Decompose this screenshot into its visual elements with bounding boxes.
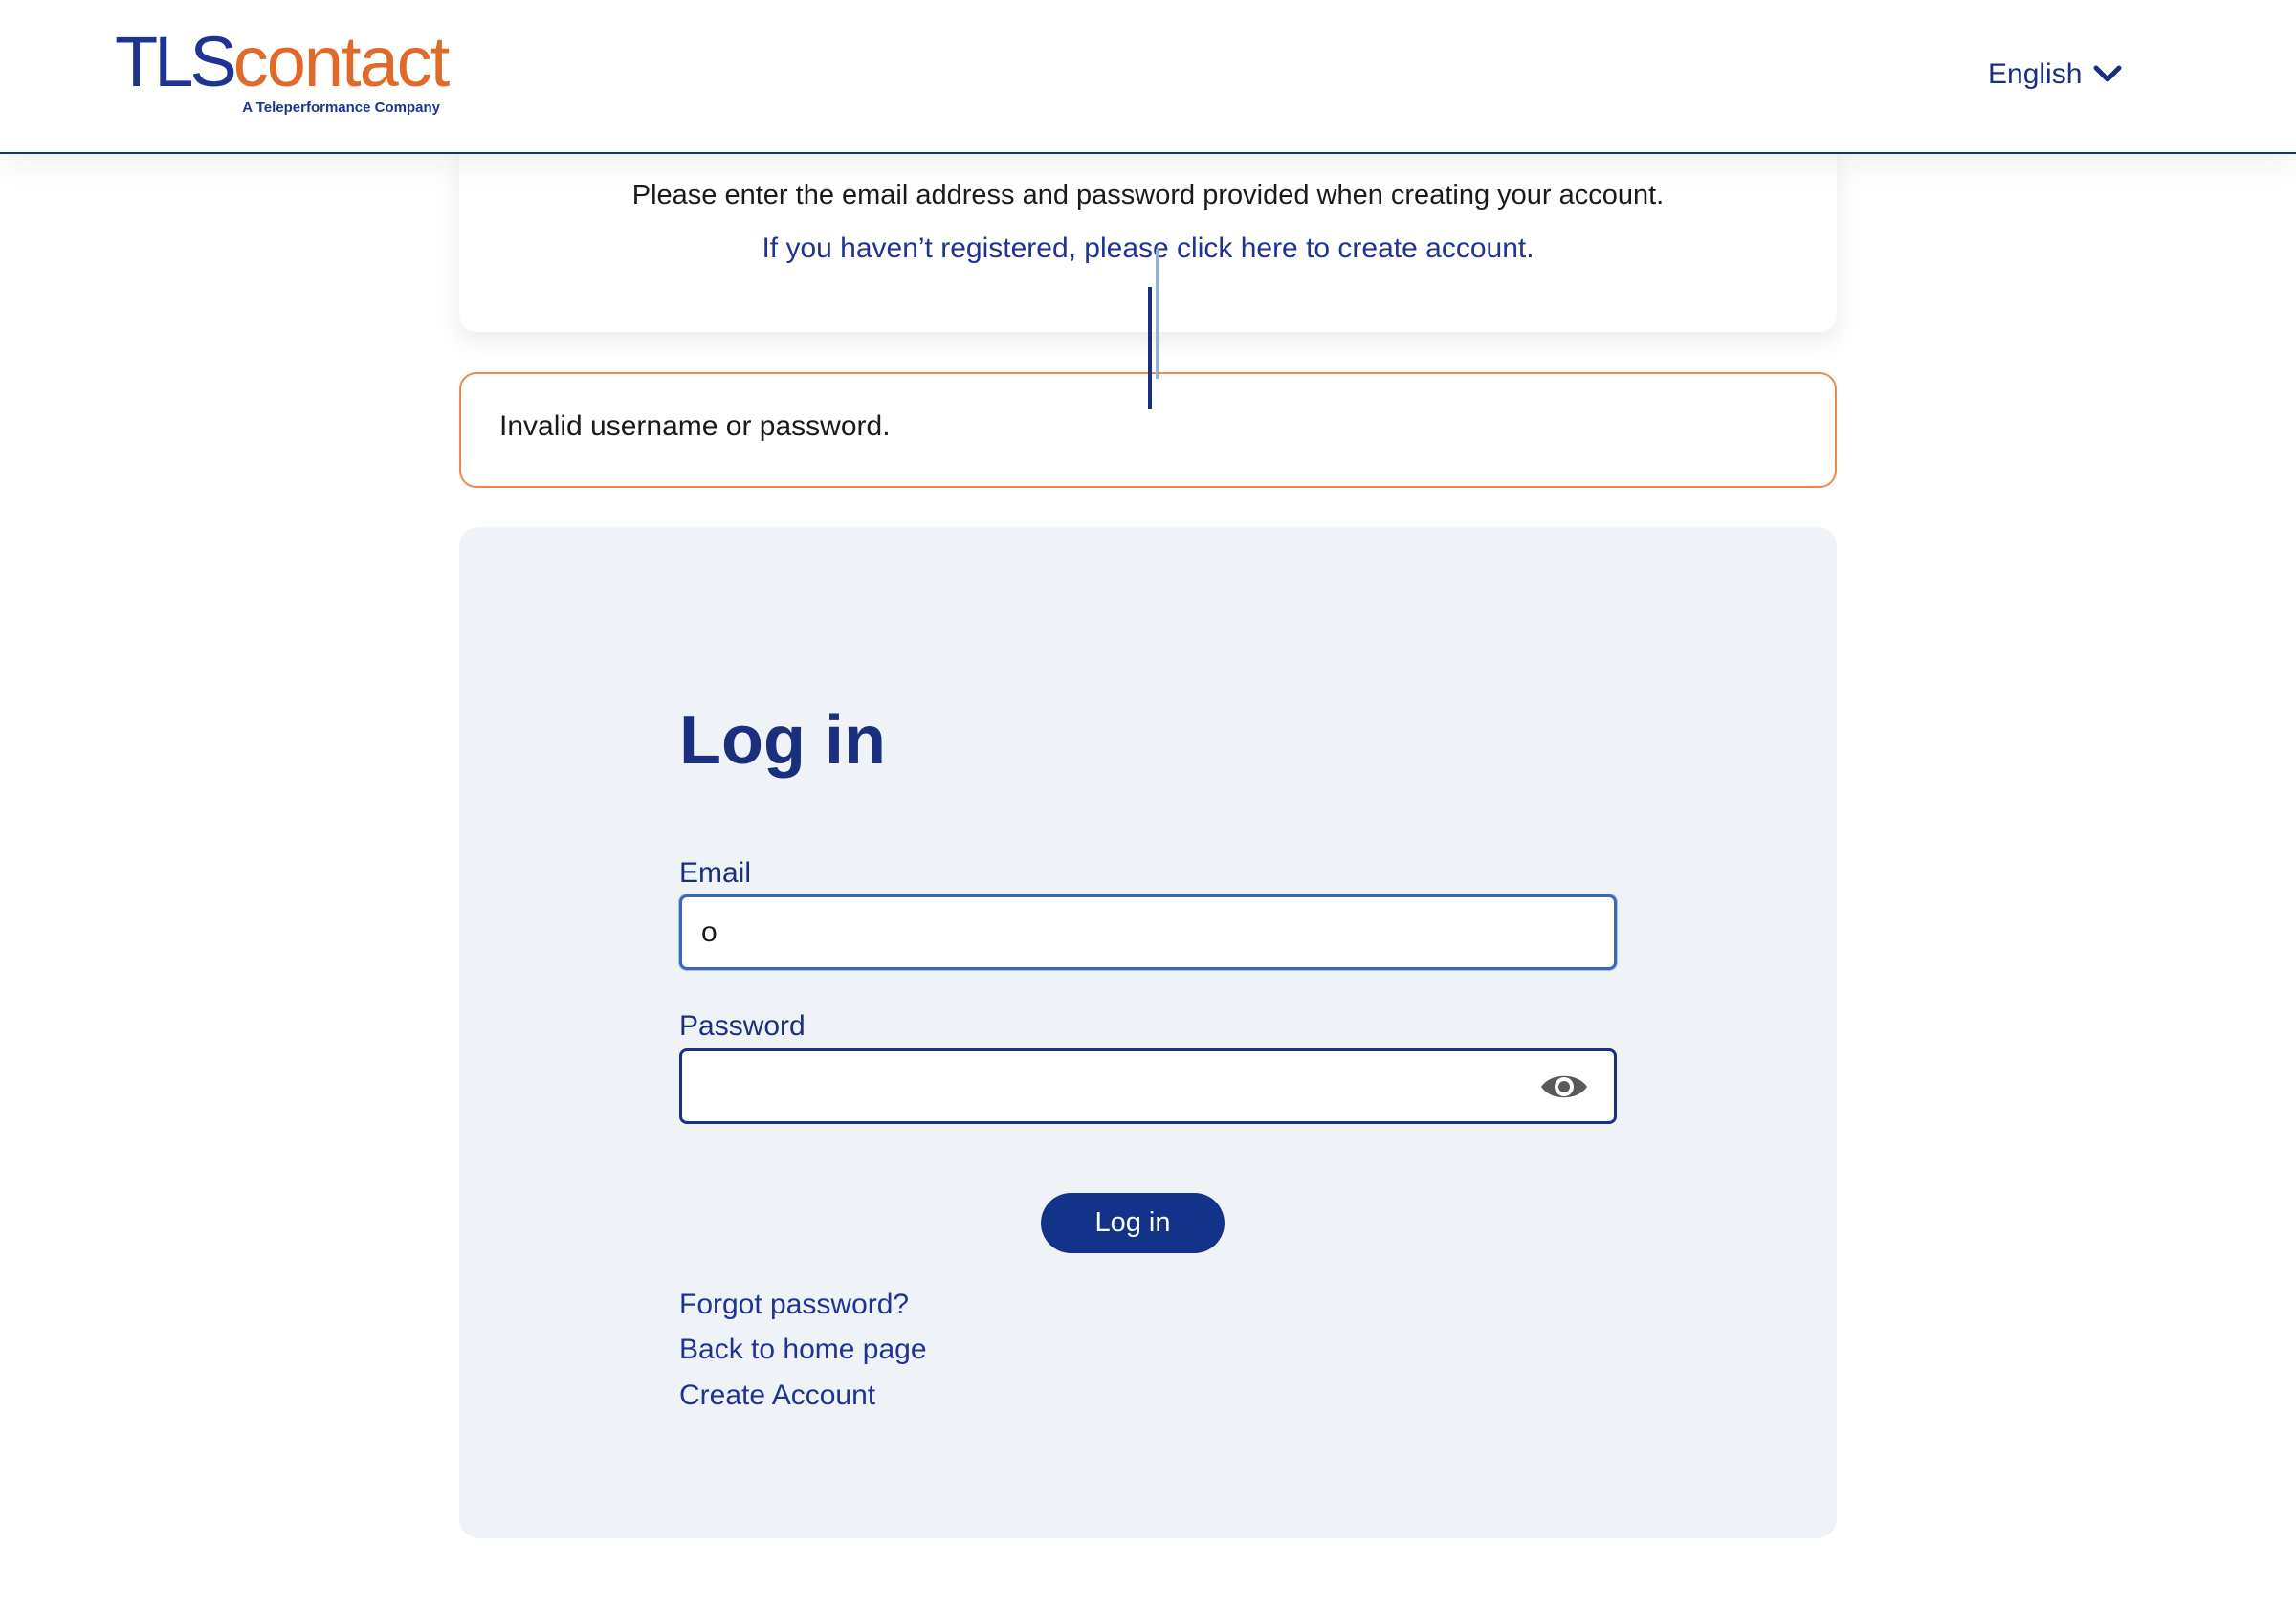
text-cursor-shadow — [1156, 249, 1159, 379]
page-title: Log in — [679, 702, 886, 779]
logo-wordmark: TLScontact — [115, 27, 450, 98]
email-field[interactable] — [682, 897, 1614, 967]
chevron-down-icon — [2093, 65, 2122, 82]
language-label: English — [1988, 58, 2083, 90]
password-field-wrapper — [679, 1048, 1617, 1124]
email-field-wrapper — [679, 894, 1617, 970]
email-label: Email — [679, 857, 752, 889]
forgot-password-link[interactable]: Forgot password? — [679, 1289, 909, 1321]
site-header: TLScontact A Teleperformance Company Eng… — [0, 0, 2296, 154]
password-label: Password — [679, 1010, 806, 1042]
logo-contact-text: contact — [232, 22, 451, 101]
back-to-home-link[interactable]: Back to home page — [679, 1334, 927, 1366]
eye-icon[interactable] — [1539, 1069, 1589, 1105]
logo-tls-text: TLS — [115, 22, 237, 101]
login-instruction: Please enter the email address and passw… — [631, 180, 1665, 210]
login-button[interactable]: Log in — [1041, 1193, 1225, 1253]
password-field[interactable] — [682, 1051, 1614, 1121]
error-message: Invalid username or password. — [499, 410, 891, 442]
register-link[interactable]: If you haven’t registered, please click … — [459, 232, 1837, 265]
login-panel: Log in Email Password Log in Forgot pass… — [459, 527, 1837, 1538]
text-cursor — [1148, 287, 1152, 409]
create-account-link[interactable]: Create Account — [679, 1379, 875, 1412]
logo-tagline: A Teleperformance Company — [242, 99, 440, 116]
language-selector[interactable]: English — [1988, 54, 2122, 96]
tlscontact-logo[interactable]: TLScontact A Teleperformance Company — [115, 27, 450, 122]
